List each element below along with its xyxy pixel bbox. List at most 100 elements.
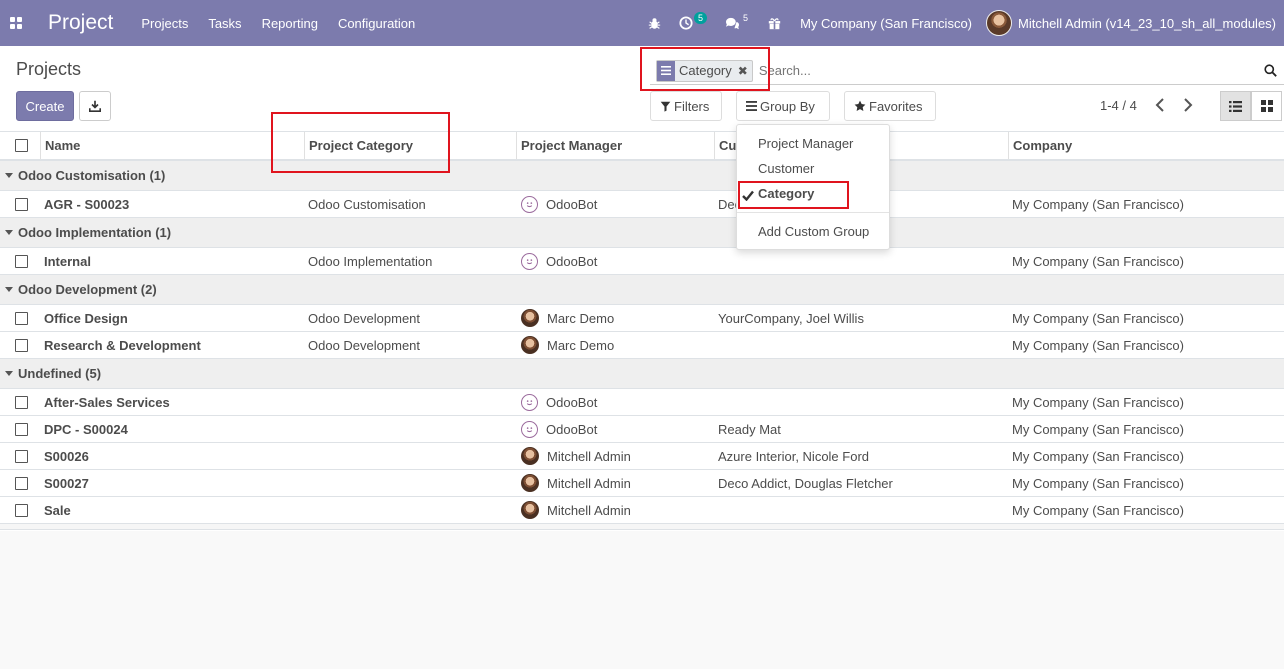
- row-checkbox[interactable]: [15, 470, 28, 496]
- cell-project-category: Odoo Customisation: [308, 196, 426, 212]
- gift-icon[interactable]: [768, 17, 781, 30]
- cell-company: My Company (San Francisco): [1012, 310, 1184, 326]
- debug-bug-icon[interactable]: [648, 17, 661, 30]
- cell-project-manager: Mitchell Admin: [521, 470, 631, 496]
- cell-project-manager: OdooBot: [521, 191, 597, 217]
- favorites-label: Favorites: [869, 98, 923, 114]
- group-row[interactable]: Odoo Development (2): [0, 275, 1284, 305]
- groupby-option-project-manager[interactable]: Project Manager: [758, 136, 853, 151]
- cell-project-category: Odoo Implementation: [308, 253, 433, 269]
- header-project-category[interactable]: Project Category: [304, 132, 413, 159]
- cell-name: DPC - S00024: [44, 421, 128, 437]
- table-row[interactable]: Office Design Odoo Development Marc Demo Yo…: [0, 305, 1284, 332]
- filter-funnel-icon: [660, 101, 671, 112]
- row-checkbox[interactable]: [15, 497, 28, 523]
- table-row[interactable]: Internal Odoo Implementation OdooBot My Com…: [0, 248, 1284, 275]
- row-checkbox[interactable]: [15, 443, 28, 469]
- table-row[interactable]: DPC - S00024 OdooBot Ready Mat My Company (…: [0, 416, 1284, 443]
- row-checkbox[interactable]: [15, 191, 28, 217]
- user-avatar: [986, 10, 1013, 36]
- search-icon[interactable]: [1260, 64, 1280, 77]
- pager-value[interactable]: 1-4 / 4: [1100, 98, 1137, 113]
- table-row[interactable]: AGR - S00023 Odoo Customisation OdooBot Dec…: [0, 191, 1284, 218]
- app-brand[interactable]: Project: [48, 11, 113, 35]
- cell-name: Research & Development: [44, 337, 201, 353]
- top-navbar: Project Projects Tasks Reporting Configu…: [0, 0, 1284, 46]
- kanban-view-icon[interactable]: [1251, 91, 1282, 121]
- header-customer[interactable]: Cu: [714, 132, 736, 159]
- apps-menu-icon[interactable]: [0, 0, 32, 46]
- create-button[interactable]: Create: [16, 91, 74, 121]
- search-facet-category[interactable]: Category ✖: [656, 59, 753, 82]
- cell-company: My Company (San Francisco): [1012, 394, 1184, 410]
- export-download-button[interactable]: [79, 91, 111, 121]
- cell-project-manager: Mitchell Admin: [521, 497, 631, 523]
- user-menu[interactable]: Mitchell Admin (v14_23_10_sh_all_modules…: [986, 10, 1276, 36]
- user-avatar: [521, 309, 539, 327]
- search-input[interactable]: [756, 62, 1260, 79]
- messages-chat-icon[interactable]: 5: [725, 13, 750, 30]
- pager-previous-icon[interactable]: [1155, 98, 1165, 115]
- cell-customer: Ready Mat: [718, 421, 781, 437]
- header-project-manager[interactable]: Project Manager: [516, 132, 622, 159]
- cell-company: My Company (San Francisco): [1012, 196, 1184, 212]
- cell-project-manager: OdooBot: [521, 248, 597, 274]
- cell-company: My Company (San Francisco): [1012, 475, 1184, 491]
- row-checkbox[interactable]: [15, 305, 28, 331]
- groupby-option-customer[interactable]: Customer: [758, 161, 814, 176]
- menu-configuration[interactable]: Configuration: [338, 16, 415, 31]
- header-name[interactable]: Name: [40, 132, 80, 159]
- cell-name: S00026: [44, 448, 89, 464]
- group-label: Odoo Implementation (1): [18, 225, 172, 240]
- table-row[interactable]: After-Sales Services OdooBot My Company (S…: [0, 389, 1284, 416]
- group-row[interactable]: Odoo Implementation (1): [0, 218, 1284, 248]
- cell-customer: Deco Addict, Douglas Fletcher: [718, 475, 893, 491]
- cell-project-category: Odoo Development: [308, 310, 421, 326]
- add-custom-group-option[interactable]: Add Custom Group: [758, 224, 869, 239]
- pager-next-icon[interactable]: [1183, 98, 1193, 115]
- manager-name: OdooBot: [546, 394, 598, 410]
- user-avatar: [521, 474, 539, 492]
- cell-company: My Company (San Francisco): [1012, 502, 1184, 518]
- group-row[interactable]: Odoo Customisation (1): [0, 161, 1284, 191]
- dropdown-divider: [737, 212, 889, 213]
- favorites-button[interactable]: Favorites: [844, 91, 936, 121]
- select-all-checkbox[interactable]: [15, 132, 28, 159]
- cell-project-manager: OdooBot: [521, 416, 597, 442]
- company-switcher[interactable]: My Company (San Francisco): [800, 16, 972, 31]
- cell-name: Internal: [44, 253, 91, 269]
- row-checkbox[interactable]: [15, 416, 28, 442]
- row-checkbox[interactable]: [15, 389, 28, 415]
- groupby-option-category[interactable]: Category: [758, 186, 814, 201]
- activity-clock-icon[interactable]: 5: [679, 12, 708, 30]
- menu-projects[interactable]: Projects: [141, 16, 188, 31]
- menu-tasks[interactable]: Tasks: [208, 16, 241, 31]
- row-checkbox[interactable]: [15, 332, 28, 358]
- group-row[interactable]: Undefined (5): [0, 359, 1284, 389]
- table-row[interactable]: Research & Development Odoo Development Ma…: [0, 332, 1284, 359]
- table-row[interactable]: S00026 Mitchell Admin Azure Interior, Nico…: [0, 443, 1284, 470]
- odoobot-avatar-icon: [521, 420, 538, 438]
- caret-down-icon: [5, 230, 13, 235]
- table-row[interactable]: S00027 Mitchell Admin Deco Addict, Douglas…: [0, 470, 1284, 497]
- page-title[interactable]: Projects: [16, 59, 81, 80]
- header-company[interactable]: Company: [1008, 132, 1072, 159]
- manager-name: Mitchell Admin: [547, 502, 631, 518]
- list-view-icon[interactable]: [1220, 91, 1251, 121]
- table-row[interactable]: Sale Mitchell Admin My Company (San Franci…: [0, 497, 1284, 524]
- cell-company: My Company (San Francisco): [1012, 421, 1184, 437]
- row-checkbox[interactable]: [15, 248, 28, 274]
- group-label: Odoo Development (2): [18, 282, 157, 297]
- facet-remove-icon[interactable]: ✖: [736, 64, 752, 78]
- cell-project-manager: Marc Demo: [521, 332, 614, 358]
- cell-name: Sale: [44, 502, 71, 518]
- cell-company: My Company (San Francisco): [1012, 253, 1184, 269]
- filters-button[interactable]: Filters: [650, 91, 722, 121]
- cell-name: Office Design: [44, 310, 128, 326]
- menu-reporting[interactable]: Reporting: [262, 16, 318, 31]
- cell-project-manager: Marc Demo: [521, 305, 614, 331]
- cell-customer: Azure Interior, Nicole Ford: [718, 448, 870, 464]
- odoobot-avatar-icon: [521, 393, 538, 411]
- messages-badge: 5: [743, 13, 749, 23]
- group-by-button[interactable]: Group By: [736, 91, 830, 121]
